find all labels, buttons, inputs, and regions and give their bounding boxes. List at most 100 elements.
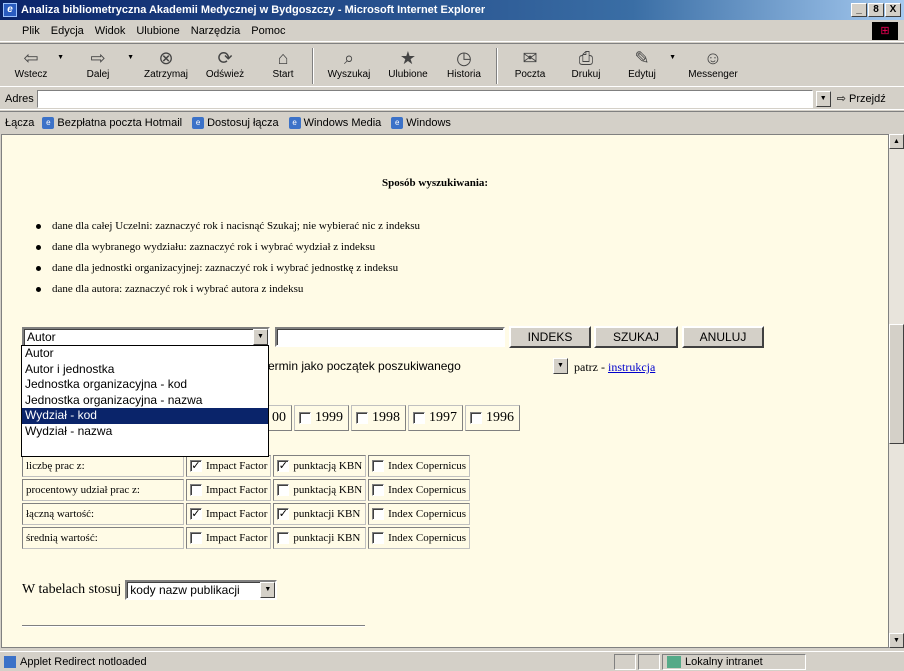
option-label: Impact Factor	[206, 483, 268, 496]
option-cell[interactable]: ✓ Impact Factor	[186, 455, 272, 477]
list-item: dane dla całej Uczelni: zaznaczyć rok i …	[36, 217, 420, 238]
index-button[interactable]: INDEKS	[509, 326, 591, 348]
back-label: Wstecz	[14, 69, 48, 80]
address-label: Adres	[5, 92, 34, 105]
option-cell[interactable]: ✓ punktacją KBN	[273, 455, 367, 477]
go-label: Przejdź	[849, 93, 886, 105]
print-icon: ⎙	[578, 48, 594, 68]
minimize-button[interactable]: _	[851, 3, 867, 17]
link-hotmail[interactable]: e Bezpłatna poczta Hotmail	[42, 116, 182, 129]
year-option[interactable]: 1998	[351, 405, 406, 431]
option-cell[interactable]: Index Copernicus	[368, 503, 471, 525]
option-cell[interactable]: Impact Factor	[186, 479, 272, 501]
menu-favorites[interactable]: Ulubione	[136, 25, 179, 37]
history-button[interactable]: ◷ Historia	[436, 44, 492, 86]
option-cell[interactable]: Impact Factor	[186, 527, 272, 549]
history-icon: ◷	[456, 48, 472, 68]
year-option[interactable]: 1996	[465, 405, 520, 431]
links-label: Łącza	[5, 116, 35, 129]
checkbox[interactable]	[190, 484, 202, 497]
link-windows-media[interactable]: e Windows Media	[288, 116, 381, 129]
instruction-link[interactable]: instrukcja	[608, 360, 655, 374]
cancel-button[interactable]: ANULUJ	[682, 326, 764, 348]
mail-button[interactable]: ✉ Poczta	[502, 44, 558, 86]
search-button[interactable]: ⌕ Wyszukaj	[318, 44, 380, 86]
dropdown-arrow-icon[interactable]: ▼	[260, 582, 276, 598]
messenger-button[interactable]: ☺ Messenger	[680, 44, 746, 86]
checkbox[interactable]	[372, 532, 385, 545]
option-cell[interactable]: ✓ Impact Factor	[186, 503, 272, 525]
menu-tools[interactable]: Narzędzia	[191, 25, 241, 37]
year-option[interactable]: 00	[267, 405, 292, 431]
checkbox[interactable]	[299, 412, 311, 424]
dropdown-arrow-icon[interactable]: ▼	[253, 329, 268, 345]
checkbox[interactable]: ✓	[190, 508, 202, 521]
scroll-up-icon[interactable]: ▲	[889, 134, 904, 149]
checkbox[interactable]	[413, 412, 425, 424]
checkbox[interactable]: ✓	[277, 508, 290, 521]
option-cell[interactable]: Index Copernicus	[368, 455, 471, 477]
address-input[interactable]	[36, 89, 813, 108]
checkbox[interactable]	[277, 484, 290, 497]
dropdown-option[interactable]: Wydział - kod	[22, 408, 268, 424]
scroll-thumb[interactable]	[889, 324, 904, 444]
window-controls: _ 8 X	[851, 3, 901, 17]
vertical-scrollbar[interactable]: ▲ ▼	[889, 134, 904, 648]
option-cell[interactable]: Index Copernicus	[368, 479, 471, 501]
checkbox[interactable]	[372, 460, 385, 473]
edit-label: Edytuj	[628, 69, 656, 80]
table-row: łączną wartość: ✓ Impact Factor ✓ punktacji …	[22, 503, 471, 525]
menu-help[interactable]: Pomoc	[251, 25, 285, 37]
term-mode-select[interactable]: ermin jako początek poszukiwanego ▼	[252, 358, 568, 378]
messenger-icon: ☺	[703, 48, 723, 68]
checkbox[interactable]	[372, 484, 385, 497]
dropdown-option[interactable]: Wydział - nazwa	[22, 424, 268, 440]
link-windows[interactable]: e Windows	[391, 116, 451, 129]
dropdown-arrow-icon[interactable]: ▼	[127, 54, 134, 61]
refresh-button[interactable]: ⟳ Odśwież	[196, 44, 254, 86]
edit-button[interactable]: ✎ Edytuj ▼	[614, 44, 676, 86]
option-cell[interactable]: ✓ punktacji KBN	[273, 503, 367, 525]
go-arrow-icon: ⇨	[836, 93, 846, 105]
year-option[interactable]: 1999	[294, 405, 349, 431]
back-button[interactable]: ⇦ Wstecz ▼	[4, 44, 64, 86]
home-button[interactable]: ⌂ Start	[258, 44, 308, 86]
year-option[interactable]: 1997	[408, 405, 463, 431]
checkbox[interactable]	[372, 508, 385, 521]
menu-view[interactable]: Widok	[95, 25, 126, 37]
stop-button[interactable]: ⊗ Zatrzymaj	[136, 44, 196, 86]
checkbox[interactable]	[356, 412, 368, 424]
menu-edit[interactable]: Edycja	[51, 25, 84, 37]
go-button[interactable]: ⇨ Przejdź	[837, 92, 886, 105]
search-term-input[interactable]	[275, 327, 505, 347]
option-cell[interactable]: punktacji KBN	[273, 527, 367, 549]
dropdown-arrow-icon[interactable]: ▼	[57, 54, 64, 61]
option-label: Index Copernicus	[388, 507, 467, 520]
checkbox[interactable]: ✓	[277, 460, 290, 473]
search-type-select[interactable]: Autor ▼	[22, 327, 270, 347]
checkbox[interactable]	[190, 532, 202, 545]
scroll-down-icon[interactable]: ▼	[889, 633, 904, 648]
search-label: Wyszukaj	[327, 69, 371, 80]
address-dropdown-button[interactable]: ▼	[815, 90, 831, 107]
forward-button[interactable]: ⇨ Dalej ▼	[68, 44, 134, 86]
checkbox[interactable]	[470, 412, 482, 424]
search-button[interactable]: SZUKAJ	[594, 326, 678, 348]
print-button[interactable]: ⎙ Drukuj	[558, 44, 614, 86]
dropdown-arrow-icon[interactable]: ▼	[553, 358, 568, 374]
option-cell[interactable]: Index Copernicus	[368, 527, 471, 549]
dropdown-arrow-icon[interactable]: ▼	[669, 54, 676, 61]
link-customize[interactable]: e Dostosuj łącza	[192, 116, 279, 129]
maximize-button[interactable]: 8	[868, 3, 884, 17]
option-cell[interactable]: punktacją KBN	[273, 479, 367, 501]
checkbox[interactable]: ✓	[190, 460, 202, 473]
dropdown-option[interactable]: Jednostka organizacyjna - kod	[22, 377, 268, 393]
dropdown-option[interactable]: Jednostka organizacyjna - nazwa	[22, 393, 268, 409]
checkbox[interactable]	[277, 532, 290, 545]
favorites-button[interactable]: ★ Ulubione	[380, 44, 436, 86]
menu-file[interactable]: Plik	[22, 25, 40, 37]
publication-codes-select[interactable]: kody nazw publikacji ▼	[125, 580, 278, 600]
dropdown-option[interactable]: Autor	[22, 346, 268, 362]
close-button[interactable]: X	[885, 3, 901, 17]
dropdown-option[interactable]: Autor i jednostka	[22, 362, 268, 378]
